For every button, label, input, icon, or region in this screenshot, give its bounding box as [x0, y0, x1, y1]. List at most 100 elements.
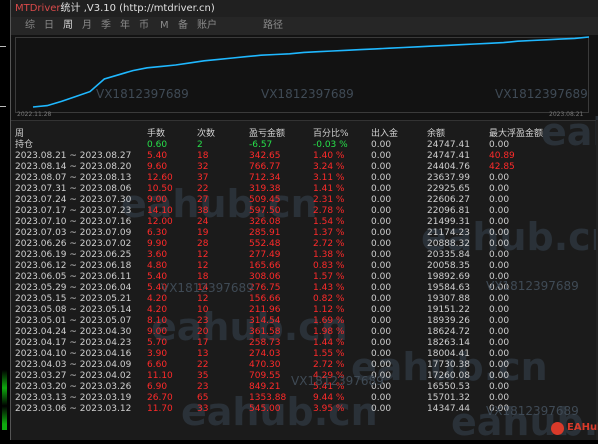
cell-balance: 14347.44	[427, 404, 470, 414]
tab-account[interactable]: 账户	[197, 17, 217, 35]
tab-magic[interactable]: M	[160, 17, 169, 35]
cell-percent: 1.98 %	[313, 327, 345, 337]
cell-lots: 12.60	[147, 173, 173, 183]
cell-percent: 9.44 %	[313, 393, 345, 403]
cell-week: 2023.08.14 ~ 2023.08.20	[15, 162, 132, 172]
cell-trades: 12	[197, 294, 209, 304]
col-header-deposit: 出入金	[371, 129, 399, 139]
equity-chart: VX1812397689 VX1812397689 VX1812397689 2…	[11, 35, 598, 121]
cell-week: 2023.03.20 ~ 2023.03.26	[15, 382, 132, 392]
cell-balance: 18624.72	[427, 327, 470, 337]
stats-window: MTDriver统计 ,V3.10 (http://mtdriver.cn) 综…	[10, 0, 598, 444]
cell-trades: 33	[197, 404, 209, 414]
table-row[interactable]: 2023.06.19 ~ 2023.06.25 3.60 12 277.49 1.38 …	[11, 250, 598, 261]
cell-balance: 24404.76	[427, 162, 470, 172]
cell-week: 2023.07.03 ~ 2023.07.09	[15, 228, 132, 238]
window-title-bar[interactable]: MTDriver统计 ,V3.10 (http://mtdriver.cn)	[11, 0, 598, 17]
cell-deposit: 0.00	[371, 316, 392, 326]
cell-trades: 19	[197, 228, 209, 238]
cell-profit: 342.65	[249, 151, 281, 161]
tab-overview[interactable]: 综	[25, 17, 35, 35]
cell-lots: 12.00	[147, 217, 173, 227]
tab-currency[interactable]: 币	[139, 17, 149, 35]
title-prefix: MTDriver	[15, 3, 61, 14]
cell-balance: 20888.32	[427, 239, 470, 249]
cell-week: 2023.05.08 ~ 2023.05.14	[15, 305, 132, 315]
table-row[interactable]: 2023.06.12 ~ 2023.06.18 4.80 12 165.66 0.83 …	[11, 261, 598, 272]
cell-lots: 11.70	[147, 404, 173, 414]
cell-balance: 23637.99	[427, 173, 470, 183]
cell-balance: 20058.35	[427, 261, 470, 271]
cell-max-float: 0.00	[489, 195, 510, 205]
tab-monthly[interactable]: 月	[82, 17, 92, 35]
cell-max-float: 0.00	[489, 316, 510, 326]
cell-profit: 849.21	[249, 382, 281, 392]
col-header-max-float: 最大浮盈金额	[489, 129, 544, 139]
cell-profit: 258.73	[249, 338, 281, 348]
cell-lots: 5.70	[147, 338, 168, 348]
cell-lots: 8.10	[147, 316, 168, 326]
background-chart-strip	[2, 370, 7, 430]
cell-percent: 2.78 %	[313, 206, 345, 216]
watermark: VX1812397689	[486, 279, 579, 293]
table-row[interactable]: 2023.04.03 ~ 2023.04.09 6.60 22 470.30 2.72 …	[11, 360, 598, 371]
cell-balance: 24747.41	[427, 151, 470, 161]
cell-lots: 26.70	[147, 393, 173, 403]
cell-profit: 766.77	[249, 162, 281, 172]
table-row[interactable]: 2023.04.17 ~ 2023.04.23 5.70 17 258.73 1.44 …	[11, 338, 598, 349]
table-row[interactable]: 持仓 0.60 2 -6.57 -0.03 % 0.00 24747.41 0.00	[11, 140, 598, 151]
cell-balance: 22096.81	[427, 206, 470, 216]
axis-tick	[0, 46, 6, 47]
cell-percent: 1.41 %	[313, 184, 345, 194]
cell-max-float: 0.00	[489, 173, 510, 183]
tab-yearly[interactable]: 年	[120, 17, 130, 35]
cell-deposit: 0.00	[371, 151, 392, 161]
cell-profit: 156.66	[249, 294, 281, 304]
table-row[interactable]: 2023.03.13 ~ 2023.03.19 26.70 65 1353.88 9.4…	[11, 393, 598, 404]
cell-deposit: 0.00	[371, 140, 392, 150]
table-row[interactable]: 2023.08.07 ~ 2023.08.13 12.60 37 712.34 3.11…	[11, 173, 598, 184]
cell-deposit: 0.00	[371, 393, 392, 403]
table-row[interactable]: 2023.04.24 ~ 2023.04.30 9.00 20 361.58 1.98 …	[11, 327, 598, 338]
table-row[interactable]: 2023.07.03 ~ 2023.07.09 6.30 19 285.91 1.37 …	[11, 228, 598, 239]
cell-balance: 22925.65	[427, 184, 470, 194]
table-row[interactable]: 2023.07.17 ~ 2023.07.23 14.10 38 597.50 2.78…	[11, 206, 598, 217]
tab-daily[interactable]: 日	[44, 17, 54, 35]
table-row[interactable]: 2023.04.10 ~ 2023.04.16 3.90 13 274.03 1.55 …	[11, 349, 598, 360]
cell-lots: 9.90	[147, 239, 168, 249]
cell-percent: 1.69 %	[313, 316, 345, 326]
cell-week: 2023.06.05 ~ 2023.06.11	[15, 272, 132, 282]
table-row[interactable]: 2023.08.14 ~ 2023.08.20 9.60 32 766.77 3.24 …	[11, 162, 598, 173]
cell-percent: 3.24 %	[313, 162, 345, 172]
chart-start-date: 2022.11.28	[17, 111, 52, 118]
table-row[interactable]: 2023.05.08 ~ 2023.05.14 4.20 10 211.96 1.12 …	[11, 305, 598, 316]
cell-balance: 15701.32	[427, 393, 470, 403]
cell-percent: -0.03 %	[313, 140, 348, 150]
tab-quarterly[interactable]: 季	[101, 17, 111, 35]
table-row[interactable]: 2023.07.24 ~ 2023.07.30 9.00 27 509.45 2.31 …	[11, 195, 598, 206]
table-row[interactable]: 2023.07.31 ~ 2023.08.06 10.50 22 319.38 1.41…	[11, 184, 598, 195]
cell-deposit: 0.00	[371, 239, 392, 249]
cell-percent: 3.95 %	[313, 404, 345, 414]
cell-trades: 18	[197, 151, 209, 161]
cell-balance: 17730.38	[427, 360, 470, 370]
cell-max-float: 0.00	[489, 349, 510, 359]
tab-notes[interactable]: 备	[178, 17, 188, 35]
table-row[interactable]: 2023.05.15 ~ 2023.05.21 4.20 12 156.66 0.82 …	[11, 294, 598, 305]
cell-profit: 326.08	[249, 217, 281, 227]
tab-path[interactable]: 路径	[263, 17, 283, 35]
table-row[interactable]: 2023.05.01 ~ 2023.05.07 8.10 23 314.54 1.69 …	[11, 316, 598, 327]
cell-lots: 6.60	[147, 360, 168, 370]
cell-profit: 314.54	[249, 316, 281, 326]
cell-trades: 28	[197, 239, 209, 249]
table-row[interactable]: 2023.08.21 ~ 2023.08.27 5.40 18 342.65 1.40 …	[11, 151, 598, 162]
cell-balance: 22606.27	[427, 195, 470, 205]
cell-profit: 274.03	[249, 349, 281, 359]
cell-deposit: 0.00	[371, 228, 392, 238]
tab-weekly[interactable]: 周	[63, 17, 73, 35]
table-row[interactable]: 2023.07.10 ~ 2023.07.16 12.00 24 326.08 1.54…	[11, 217, 598, 228]
title-text: 统计 ,V3.10 (http://mtdriver.cn)	[60, 3, 215, 14]
table-header-row: 周 手数 次数 盈亏金额 百分比% 出入金 余额 最大浮盈金额	[11, 129, 598, 140]
table-row[interactable]: 2023.06.26 ~ 2023.07.02 9.90 28 552.48 2.72 …	[11, 239, 598, 250]
cell-trades: 22	[197, 184, 209, 194]
